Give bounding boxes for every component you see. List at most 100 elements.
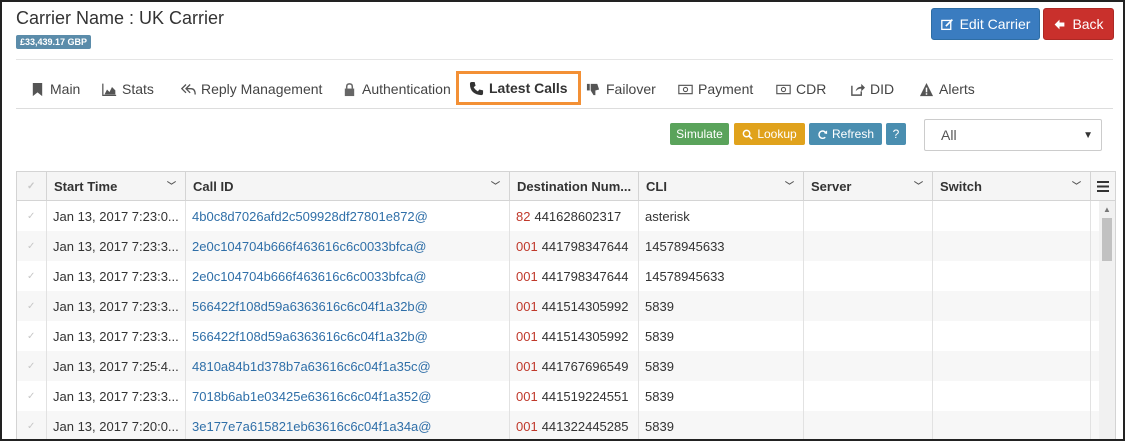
table-row[interactable]: ✓ Jan 13, 2017 7:23:3... 2e0c104704b666f46… <box>17 261 1099 291</box>
destination-cell: 001 441798347644 <box>510 261 639 291</box>
money-icon <box>776 84 791 94</box>
call-id-link[interactable]: 2e0c104704b666f463616c6c0033bfca@ <box>192 269 426 284</box>
tab-latest-calls[interactable]: Latest Calls <box>456 71 581 105</box>
row-checkbox[interactable]: ✓ <box>17 381 47 411</box>
destination-number: 441798347644 <box>541 268 629 284</box>
destination-number: 441767696549 <box>541 358 629 374</box>
lookup-button[interactable]: Lookup <box>734 123 805 145</box>
row-checkbox[interactable]: ✓ <box>17 261 47 291</box>
chevron-down-icon[interactable]: ﹀ <box>167 179 176 192</box>
refresh-icon <box>818 129 828 139</box>
server-cell <box>804 321 933 351</box>
refresh-button[interactable]: Refresh <box>809 123 882 145</box>
destination-prefix: 001 <box>516 358 538 374</box>
table-row[interactable]: ✓ Jan 13, 2017 7:23:0... 4b0c8d7026afd2c50… <box>17 201 1099 231</box>
call-id-link[interactable]: 566422f108d59a6363616c6c04f1a32b@ <box>192 299 428 314</box>
chevron-down-icon[interactable]: ﹀ <box>785 179 794 192</box>
switch-cell <box>933 411 1091 439</box>
row-checkbox[interactable]: ✓ <box>17 321 47 351</box>
check-icon: ✓ <box>27 300 36 312</box>
cli-cell: 14578945633 <box>639 261 804 291</box>
call-id-cell: 4810a84b1d378b7a63616c6c04f1a35c@ <box>186 351 510 381</box>
table-row[interactable]: ✓ Jan 13, 2017 7:23:3... 566422f108d59a636… <box>17 321 1099 351</box>
tab-stats[interactable]: Stats <box>102 70 154 108</box>
check-icon: ✓ <box>27 420 36 432</box>
table-row[interactable]: ✓ Jan 13, 2017 7:25:4... 4810a84b1d378b7a6… <box>17 351 1099 381</box>
lock-icon <box>344 82 355 96</box>
tab-cdr[interactable]: CDR <box>776 70 826 108</box>
select-all-checkbox[interactable]: ✓ <box>17 172 47 200</box>
server-cell <box>804 351 933 381</box>
start-time-cell: Jan 13, 2017 7:23:3... <box>47 381 186 411</box>
call-id-link[interactable]: 4b0c8d7026afd2c509928df27801e872@ <box>192 209 428 224</box>
check-icon: ✓ <box>27 270 36 282</box>
start-time-cell: Jan 13, 2017 7:23:3... <box>47 261 186 291</box>
row-checkbox[interactable]: ✓ <box>17 351 47 381</box>
switch-cell <box>933 291 1091 321</box>
column-cli[interactable]: CLI ﹀ <box>639 172 804 200</box>
column-header-label: Switch <box>940 178 982 194</box>
table-row[interactable]: ✓ Jan 13, 2017 7:23:3... 7018b6ab1e03425e6… <box>17 381 1099 411</box>
help-button[interactable]: ? <box>886 123 906 145</box>
destination-number: 441798347644 <box>541 238 629 254</box>
switch-cell <box>933 351 1091 381</box>
simulate-button[interactable]: Simulate <box>670 123 729 145</box>
back-button[interactable]: Back <box>1043 8 1114 40</box>
chevron-down-icon[interactable]: ﹀ <box>914 179 923 192</box>
check-icon: ✓ <box>27 210 36 222</box>
scroll-up-arrow-icon[interactable]: ▲ <box>1103 205 1111 214</box>
share-icon <box>851 83 865 96</box>
check-icon: ✓ <box>27 180 36 192</box>
tab-alerts[interactable]: Alerts <box>919 70 975 108</box>
destination-prefix: 001 <box>516 328 538 344</box>
table-row[interactable]: ✓ Jan 13, 2017 7:23:3... 566422f108d59a636… <box>17 291 1099 321</box>
call-id-link[interactable]: 3e177e7a615821eb63616c6c04f1a34a@ <box>192 419 431 434</box>
destination-cell: 001 441514305992 <box>510 291 639 321</box>
column-server[interactable]: Server ﹀ <box>804 172 933 200</box>
table-row[interactable]: ✓ Jan 13, 2017 7:23:3... 2e0c104704b666f46… <box>17 231 1099 261</box>
bookmark-icon <box>32 82 43 96</box>
table-row[interactable]: ✓ Jan 13, 2017 7:20:0... 3e177e7a615821eb6… <box>17 411 1099 439</box>
row-checkbox[interactable]: ✓ <box>17 231 47 261</box>
row-checkbox[interactable]: ✓ <box>17 411 47 439</box>
tab-did[interactable]: DID <box>850 70 894 108</box>
tab-authentication[interactable]: Authentication <box>342 70 451 108</box>
hamburger-menu-icon <box>1097 180 1109 192</box>
cli-cell: 5839 <box>639 411 804 439</box>
back-label: Back <box>1072 16 1104 32</box>
call-id-link[interactable]: 7018b6ab1e03425e63616c6c04f1a352@ <box>192 389 431 404</box>
destination-prefix: 001 <box>516 298 538 314</box>
column-start-time[interactable]: Start Time ﹀ <box>47 172 186 200</box>
call-id-link[interactable]: 2e0c104704b666f463616c6c0033bfca@ <box>192 239 426 254</box>
chevron-down-icon[interactable]: ﹀ <box>491 179 500 192</box>
tab-reply-management[interactable]: Reply Management <box>181 70 322 108</box>
edit-icon <box>940 18 953 30</box>
row-checkbox[interactable]: ✓ <box>17 291 47 321</box>
check-icon: ✓ <box>27 330 36 342</box>
call-id-cell: 2e0c104704b666f463616c6c0033bfca@ <box>186 261 510 291</box>
carrier-page: Carrier Name : UK Carrier £33,439.17 GBP… <box>0 0 1125 441</box>
row-checkbox[interactable]: ✓ <box>17 201 47 231</box>
destination-cell: 001 441322445285 <box>510 411 639 439</box>
column-header-label: Server <box>811 178 852 194</box>
chevron-down-icon[interactable]: ﹀ <box>1072 179 1081 192</box>
grid-scrollbar[interactable]: ▲ <box>1099 201 1115 439</box>
call-id-link[interactable]: 4810a84b1d378b7a63616c6c04f1a35c@ <box>192 359 431 374</box>
column-call-id[interactable]: Call ID ﹀ <box>186 172 510 200</box>
call-id-link[interactable]: 566422f108d59a6363616c6c04f1a32b@ <box>192 329 428 344</box>
destination-cell: 001 441514305992 <box>510 321 639 351</box>
filter-select[interactable]: All ▼ <box>924 119 1102 151</box>
scrollbar-thumb[interactable] <box>1102 218 1112 261</box>
balance-badge: £33,439.17 GBP <box>16 35 92 49</box>
grid-menu-button[interactable] <box>1091 172 1115 200</box>
edit-carrier-button[interactable]: Edit Carrier <box>931 8 1040 40</box>
tab-main[interactable]: Main <box>30 70 80 108</box>
server-cell <box>804 381 933 411</box>
column-destination-number[interactable]: Destination Num... <box>510 172 639 200</box>
destination-cell: 001 441767696549 <box>510 351 639 381</box>
destination-cell: 82 441628602317 <box>510 201 639 231</box>
tab-failover[interactable]: Failover <box>586 70 656 108</box>
column-header-label: CLI <box>646 178 667 194</box>
column-switch[interactable]: Switch ﹀ <box>933 172 1091 200</box>
tab-payment[interactable]: Payment <box>678 70 753 108</box>
